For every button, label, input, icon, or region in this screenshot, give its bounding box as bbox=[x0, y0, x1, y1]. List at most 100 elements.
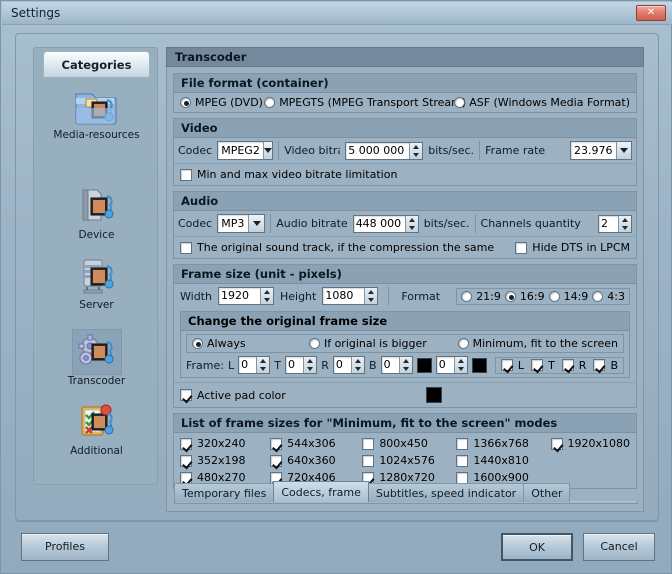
frame-color-swatch-1[interactable] bbox=[416, 357, 432, 373]
video-bitrate-stepper[interactable]: 5 000 000 bbox=[345, 141, 424, 160]
chevron-down-icon[interactable] bbox=[262, 142, 273, 159]
radio-mode-always[interactable]: Always bbox=[192, 337, 309, 350]
radio-format-16-9[interactable]: 16:9 bbox=[504, 290, 545, 303]
radio-mpeg-dvd[interactable]: MPEG (DVD) bbox=[180, 96, 264, 109]
gears-media-icon bbox=[73, 330, 121, 374]
frame-bottom-stepper[interactable]: 0 bbox=[380, 356, 413, 374]
frame-size-column: 800x450 1024x576 1280x720 bbox=[362, 437, 456, 484]
radio-dot bbox=[592, 290, 604, 302]
profiles-button[interactable]: Profiles bbox=[21, 533, 109, 561]
categories-sidebar: Categories Media-resources Device Server… bbox=[33, 47, 158, 485]
video-bitrate-value: 5 000 000 bbox=[348, 143, 405, 157]
radio-format-14-9[interactable]: 14:9 bbox=[548, 290, 588, 303]
checkbox-side-top[interactable]: T bbox=[531, 359, 555, 372]
stepper-buttons[interactable] bbox=[618, 215, 631, 232]
checkbox-1440x810[interactable]: 1440x810 bbox=[456, 454, 550, 467]
checkbox-active-pad-color[interactable]: Active pad color bbox=[180, 389, 286, 402]
radio-dot bbox=[461, 290, 473, 302]
tab-subtitles-speed-indicator[interactable]: Subtitles, speed indicator bbox=[367, 483, 525, 502]
frame-left-stepper[interactable]: 0 bbox=[238, 356, 271, 374]
checkbox-minmax-bitrate[interactable]: Min and max video bitrate limitation bbox=[180, 168, 397, 181]
ok-button[interactable]: OK bbox=[501, 533, 573, 561]
stepper-buttons[interactable] bbox=[404, 215, 418, 232]
radio-format-21-9[interactable]: 21:9 bbox=[461, 290, 501, 303]
categories-tab-header[interactable]: Categories bbox=[43, 51, 150, 77]
checkbox-label: Hide DTS in LPCM bbox=[532, 241, 630, 254]
stepper-buttons[interactable] bbox=[364, 288, 378, 304]
stepper-buttons[interactable] bbox=[351, 357, 365, 373]
checkbox-box bbox=[550, 437, 563, 450]
cancel-button[interactable]: Cancel bbox=[583, 533, 655, 561]
checkbox-box bbox=[561, 359, 574, 371]
frame-size-column: 544x306 640x360 720x406 bbox=[270, 437, 362, 484]
frame-color-swatch-2[interactable] bbox=[471, 357, 487, 373]
checkbox-1366x768[interactable]: 1366x768 bbox=[456, 437, 550, 450]
frame-rate-select[interactable]: 23.976 bbox=[570, 141, 632, 160]
radio-mode-minimum-fit[interactable]: Minimum, fit to the screen bbox=[457, 337, 618, 350]
sidebar-item-device[interactable]: Device bbox=[34, 184, 159, 241]
close-icon[interactable]: ✕ bbox=[636, 5, 666, 21]
checkbox-side-left[interactable]: L bbox=[500, 359, 524, 372]
checkbox-label: R bbox=[578, 358, 587, 372]
frame-extra-stepper[interactable]: 0 bbox=[435, 356, 468, 374]
checkbox-box bbox=[180, 241, 192, 254]
radio-dot bbox=[308, 338, 320, 349]
checkbox-hide-dts-lpcm[interactable]: Hide DTS in LPCM bbox=[515, 241, 630, 254]
stepper-buttons[interactable] bbox=[398, 357, 412, 373]
checkbox-box bbox=[456, 437, 469, 450]
radio-mpegts[interactable]: MPEGTS (MPEG Transport Stream) bbox=[264, 96, 466, 109]
stepper-buttons[interactable] bbox=[303, 357, 317, 373]
chevron-down-icon[interactable] bbox=[248, 215, 265, 232]
frame-size-group: Frame size (unit - pixels) Width 1920 He… bbox=[173, 264, 637, 408]
radio-label: MPEG (DVD) bbox=[195, 96, 263, 109]
checkbox-original-sound-track[interactable]: The original sound track, if the compres… bbox=[180, 241, 494, 254]
audio-bitrate-stepper[interactable]: 448 000 bbox=[352, 214, 419, 233]
channels-stepper[interactable]: 2 bbox=[598, 214, 632, 233]
radio-mode-if-bigger[interactable]: If original is bigger bbox=[308, 337, 458, 350]
tab-codecs-frame[interactable]: Codecs, frame bbox=[273, 481, 369, 502]
checkbox-1920x1080[interactable]: 1920x1080 bbox=[550, 437, 631, 450]
tab-temporary-files[interactable]: Temporary files bbox=[174, 483, 275, 502]
radio-asf[interactable]: ASF (Windows Media Format) bbox=[454, 96, 630, 109]
checkbox-label: 352x198 bbox=[197, 454, 246, 467]
sidebar-item-label: Additional bbox=[70, 445, 123, 457]
checkbox-1024x576[interactable]: 1024x576 bbox=[362, 454, 456, 467]
checkbox-side-bottom[interactable]: B bbox=[593, 359, 618, 372]
file-format-heading: File format (container) bbox=[174, 74, 636, 93]
sidebar-item-transcoder[interactable]: Transcoder bbox=[34, 329, 159, 387]
checkbox-640x360[interactable]: 640x360 bbox=[270, 454, 362, 467]
radio-label: ASF (Windows Media Format) bbox=[469, 96, 630, 109]
checkbox-box bbox=[180, 168, 192, 181]
active-pad-color-swatch[interactable] bbox=[425, 387, 442, 403]
video-codec-select[interactable]: MPEG2 bbox=[217, 141, 274, 160]
checkbox-side-right[interactable]: R bbox=[561, 358, 587, 372]
chevron-down-icon[interactable] bbox=[615, 142, 631, 159]
radio-label: If original is bigger bbox=[323, 337, 427, 350]
height-stepper[interactable]: 1080 bbox=[322, 287, 379, 305]
sidebar-item-server[interactable]: Server bbox=[34, 254, 159, 311]
frame-rate-label: Frame rate bbox=[485, 144, 546, 157]
checkbox-320x240[interactable]: 320x240 bbox=[180, 437, 270, 450]
checkbox-800x450[interactable]: 800x450 bbox=[362, 437, 456, 450]
radio-dot bbox=[457, 338, 469, 349]
sidebar-item-media-resources[interactable]: Media-resources bbox=[34, 84, 159, 141]
stepper-buttons[interactable] bbox=[453, 357, 467, 373]
frame-top-stepper[interactable]: 0 bbox=[285, 356, 318, 374]
sidebar-item-additional[interactable]: Additional bbox=[34, 400, 159, 457]
tab-other[interactable]: Other bbox=[523, 483, 571, 502]
checkbox-box bbox=[593, 359, 606, 371]
checkbox-352x198[interactable]: 352x198 bbox=[180, 454, 270, 467]
checkbox-label: 1920x1080 bbox=[567, 437, 631, 450]
stepper-buttons[interactable] bbox=[259, 288, 273, 304]
radio-dot bbox=[180, 97, 191, 108]
frame-right-stepper[interactable]: 0 bbox=[332, 356, 366, 374]
frame-extra-value: 0 bbox=[438, 358, 446, 371]
checkbox-label: 1440x810 bbox=[473, 454, 529, 467]
audio-codec-select[interactable]: MP3 bbox=[217, 214, 266, 233]
stepper-buttons[interactable] bbox=[409, 142, 423, 159]
width-stepper[interactable]: 1920 bbox=[217, 287, 274, 305]
audio-bitrate-value: 448 000 bbox=[355, 216, 402, 230]
checkbox-544x306[interactable]: 544x306 bbox=[270, 437, 362, 450]
stepper-buttons[interactable] bbox=[256, 357, 270, 373]
radio-format-4-3[interactable]: 4:3 bbox=[592, 290, 625, 303]
